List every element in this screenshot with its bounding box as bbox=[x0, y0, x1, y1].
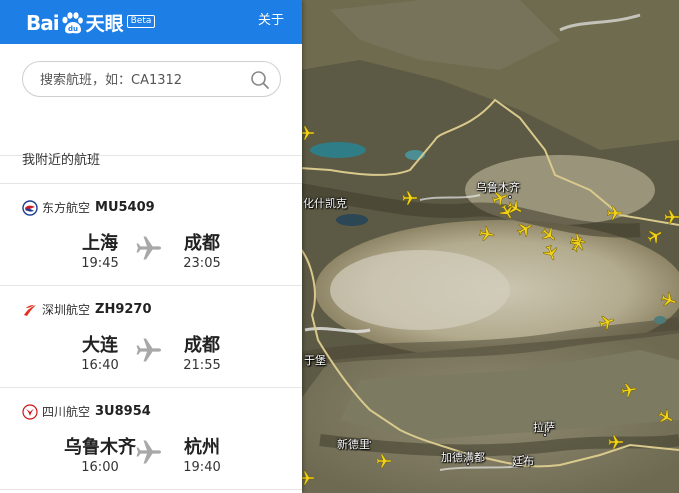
flight-number: MU5409 bbox=[95, 200, 155, 215]
flight-card[interactable]: 四川航空 3U8954 乌鲁木齐 16:00 杭州 19:40 bbox=[0, 388, 302, 490]
shenzhen-airlines-logo-icon bbox=[24, 304, 36, 316]
about-link[interactable]: 关于 bbox=[258, 9, 284, 28]
map-label-kargil: 于堡 bbox=[304, 354, 326, 367]
map-label-kathmandu: 加德满都 bbox=[441, 451, 485, 464]
flight-number: ZH9270 bbox=[95, 302, 152, 317]
airline-name: 深圳航空 bbox=[42, 303, 91, 317]
flight-card-header: 东方航空 MU5409 bbox=[22, 199, 155, 216]
search-input[interactable] bbox=[40, 70, 250, 90]
search-box bbox=[22, 61, 281, 97]
departure-city: 上海 bbox=[82, 233, 118, 254]
logo-text-tianyan: 天眼 bbox=[85, 13, 124, 35]
map-label-lhasa: 拉萨 bbox=[533, 421, 555, 434]
flight-list: 东方航空 MU5409 上海 19:45 成都 23:05 深圳航空 ZH927… bbox=[0, 184, 302, 490]
flight-number: 3U8954 bbox=[95, 404, 151, 419]
departure-time: 16:00 bbox=[81, 460, 119, 475]
departure-time: 16:40 bbox=[81, 358, 119, 373]
flight-card-header: 深圳航空 ZH9270 bbox=[22, 301, 152, 318]
map-airplane-icon[interactable] bbox=[401, 189, 419, 207]
map-airplane-icon[interactable] bbox=[477, 224, 498, 245]
airline-name: 四川航空 bbox=[42, 405, 91, 419]
flight-panel: Bai du 天眼 Beta 关于 我附近的航班 bbox=[0, 0, 302, 493]
app-header: Bai du 天眼 Beta 关于 bbox=[0, 0, 302, 44]
arrival-city: 成都 bbox=[184, 335, 220, 356]
map-airplane-icon[interactable] bbox=[663, 208, 679, 226]
arrival-time: 19:40 bbox=[183, 460, 221, 475]
departure-city: 大连 bbox=[82, 335, 118, 356]
map-airplane-icon[interactable] bbox=[619, 380, 640, 401]
departure-time: 19:45 bbox=[81, 256, 119, 271]
search-icon[interactable] bbox=[250, 70, 270, 90]
arrival-time: 23:05 bbox=[183, 256, 221, 271]
departure-city: 乌鲁木齐 bbox=[64, 437, 136, 458]
map-label-new-delhi: 新德里 bbox=[337, 438, 370, 451]
nearby-flights-title: 我附近的航班 bbox=[0, 138, 302, 184]
beta-badge: Beta bbox=[126, 15, 156, 28]
airline-name: 东方航空 bbox=[42, 201, 91, 215]
flight-card[interactable]: 东方航空 MU5409 上海 19:45 成都 23:05 bbox=[0, 184, 302, 286]
map-airplane-icon[interactable] bbox=[606, 204, 624, 222]
map-airplane-icon[interactable] bbox=[607, 433, 625, 451]
map-label-thimphu: 廷布 bbox=[512, 455, 534, 468]
arrival-city: 成都 bbox=[184, 233, 220, 254]
baidu-tianyan-logo[interactable]: Bai du 天眼 Beta bbox=[26, 9, 156, 36]
arrival-city: 杭州 bbox=[184, 437, 220, 458]
flight-card-header: 四川航空 3U8954 bbox=[22, 403, 151, 420]
logo-text-bai: Bai bbox=[26, 10, 60, 35]
arrival-time: 21:55 bbox=[183, 358, 221, 373]
map-label-kashgar: 化什凯克 bbox=[303, 197, 347, 210]
svg-text:du: du bbox=[68, 25, 78, 33]
china-eastern-logo-icon bbox=[22, 199, 38, 216]
paw-icon: du bbox=[62, 11, 83, 33]
sichuan-airlines-logo-icon bbox=[22, 403, 38, 420]
map-airplane-icon[interactable] bbox=[375, 452, 393, 470]
flight-card[interactable]: 深圳航空 ZH9270 大连 16:40 成都 21:55 bbox=[0, 286, 302, 388]
